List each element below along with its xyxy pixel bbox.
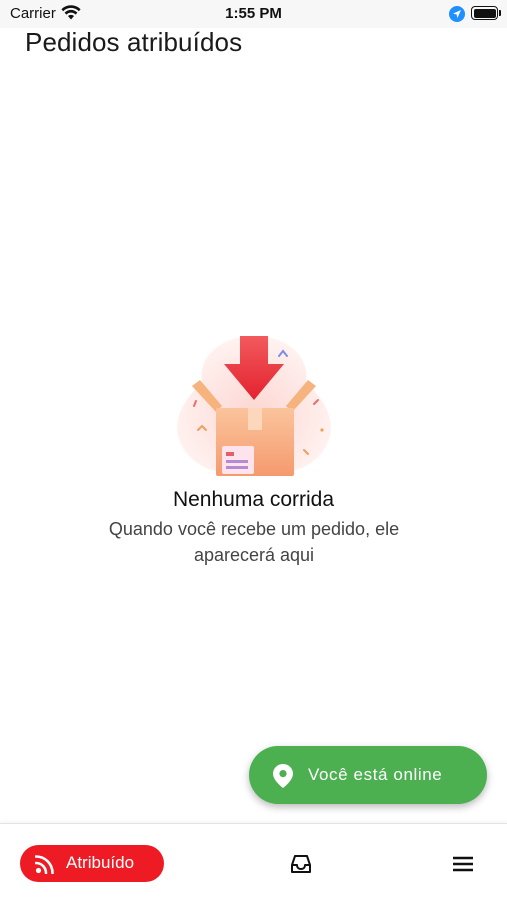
online-status-button[interactable]: Você está online bbox=[249, 746, 487, 804]
tab-menu[interactable] bbox=[449, 850, 477, 878]
tab-assigned[interactable]: Atribuído bbox=[20, 845, 164, 882]
empty-state-title: Nenhuma corrida bbox=[172, 488, 335, 511]
clock: 1:55 PM bbox=[225, 5, 282, 22]
hamburger-menu-icon bbox=[453, 856, 473, 872]
location-icon bbox=[449, 6, 465, 22]
battery-cap bbox=[499, 10, 501, 16]
empty-state-subtitle: Quando você recebe um pedido, ele aparec… bbox=[108, 519, 400, 565]
location-pin-icon bbox=[273, 764, 293, 788]
page-title: Pedidos atribuídos bbox=[25, 27, 243, 57]
open-box-with-arrow-illustration bbox=[177, 336, 331, 476]
rss-feed-icon bbox=[35, 855, 54, 874]
online-status-label: Você está online bbox=[308, 765, 443, 784]
status-bar: Carrier 1:55 PM bbox=[0, 0, 507, 28]
bottom-navigation: Atribuído bbox=[0, 823, 507, 900]
battery-icon bbox=[471, 6, 498, 20]
tab-orders[interactable] bbox=[287, 850, 315, 878]
inbox-icon bbox=[291, 855, 311, 873]
tab-assigned-label: Atribuído bbox=[66, 853, 135, 872]
